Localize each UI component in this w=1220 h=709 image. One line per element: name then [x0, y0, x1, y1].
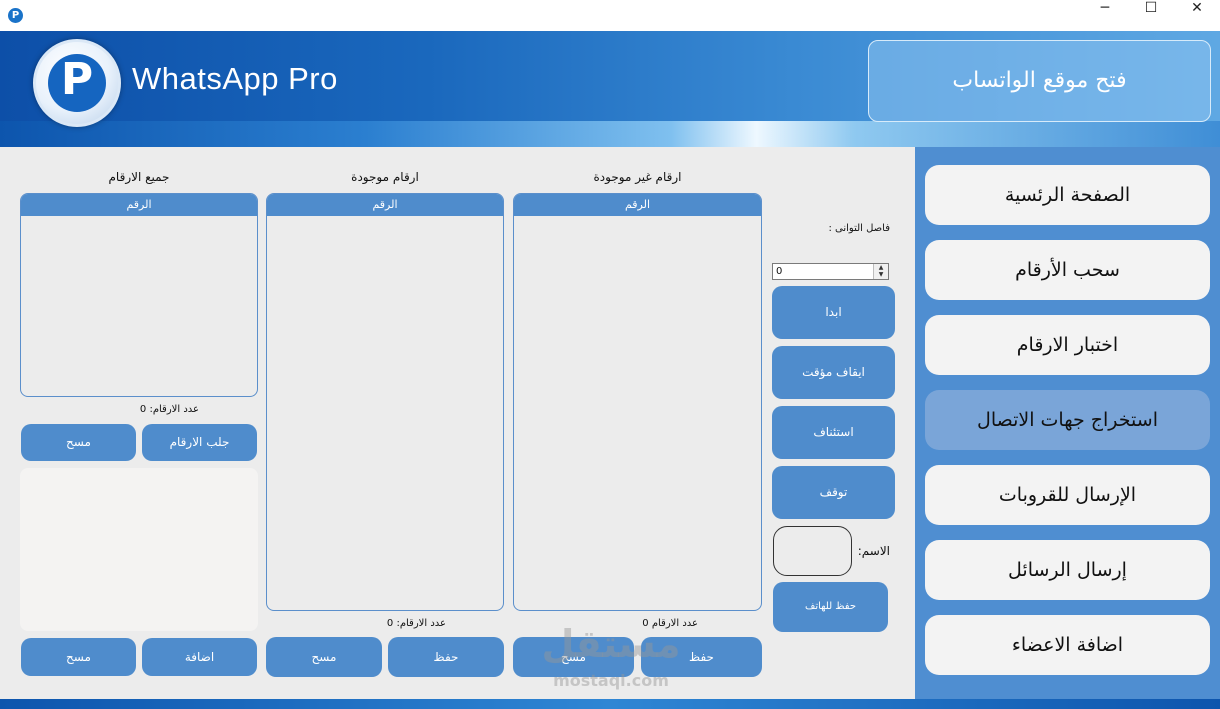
- watermark-text: مستقل: [541, 622, 681, 666]
- all-numbers-list[interactable]: الرقم: [20, 193, 258, 397]
- resume-button[interactable]: استئناف: [772, 406, 895, 459]
- footer-strip: [0, 699, 1220, 709]
- close-button[interactable]: ✕: [1174, 0, 1220, 31]
- title-bar: P ─ ☐ ✕: [0, 0, 1220, 31]
- interval-label: فاصل التوانى :: [828, 223, 890, 234]
- all-numbers-count: عدد الارقام: 0: [129, 404, 199, 415]
- open-whatsapp-site-button[interactable]: فتح موقع الواتساب: [868, 40, 1211, 122]
- nav-add-members[interactable]: اضافة الاعضاء: [925, 615, 1210, 675]
- nav-extract-contacts[interactable]: استخراج جهات الاتصال: [925, 390, 1210, 450]
- interval-stepper[interactable]: 0 ▲ ▼: [772, 263, 889, 280]
- fetch-numbers-button[interactable]: جلب الارقام: [142, 424, 257, 461]
- app-icon: P: [8, 8, 23, 23]
- name-input[interactable]: [773, 526, 852, 576]
- save-to-phone-button[interactable]: حفظ للهاتف: [773, 582, 888, 632]
- main-panel: جميع الارقام الرقم عدد الارقام: 0 جلب ال…: [0, 147, 915, 699]
- existing-clear-button[interactable]: مسح: [266, 637, 382, 677]
- stepper-down-icon[interactable]: ▼: [874, 271, 888, 278]
- existing-save-button[interactable]: حفظ: [388, 637, 504, 677]
- all-numbers-count-label: عدد الارقام:: [149, 404, 199, 415]
- logo: P: [33, 39, 121, 127]
- pause-button[interactable]: ايقاف مؤقت: [772, 346, 895, 399]
- missing-numbers-title: ارقام غير موجودة: [593, 170, 682, 184]
- brand-title: WhatsApp Pro: [132, 61, 338, 96]
- missing-numbers-column-header[interactable]: الرقم: [514, 194, 761, 216]
- missing-numbers-list[interactable]: الرقم: [513, 193, 762, 611]
- existing-numbers-count-label: عدد الارقام:: [396, 618, 446, 629]
- stepper-up-icon[interactable]: ▲: [874, 264, 888, 271]
- start-button[interactable]: ابدا: [772, 286, 895, 339]
- nav-send-messages[interactable]: إرسال الرسائل: [925, 540, 1210, 600]
- existing-numbers-column-header[interactable]: الرقم: [267, 194, 503, 216]
- logo-inner: P: [48, 54, 106, 112]
- nav-send-groups[interactable]: الإرسال للقروبات: [925, 465, 1210, 525]
- all-numbers-title: جميع الارقام: [108, 170, 170, 184]
- sidebar: الصفحة الرئسية سحب الأرقام اختبار الارقا…: [915, 147, 1220, 699]
- existing-numbers-count-value: 0: [386, 618, 394, 629]
- maximize-button[interactable]: ☐: [1128, 0, 1174, 31]
- watermark-url: mostaql.com: [553, 671, 669, 690]
- stepper-arrows[interactable]: ▲ ▼: [873, 264, 888, 279]
- nav-test-numbers[interactable]: اختبار الارقام: [925, 315, 1210, 375]
- interval-value[interactable]: 0: [776, 264, 782, 279]
- all-numbers-count-value: 0: [139, 404, 147, 415]
- logo-p-icon: P: [60, 54, 94, 105]
- stop-button[interactable]: توقف: [772, 466, 895, 519]
- all-clear-button[interactable]: مسح: [21, 424, 136, 461]
- numbers-text-area[interactable]: [20, 468, 258, 631]
- bottom-clear-button[interactable]: مسح: [21, 638, 136, 676]
- existing-numbers-title: ارقام موجودة: [351, 170, 419, 184]
- name-label: الاسم:: [857, 544, 890, 558]
- header-glow: [0, 121, 1220, 147]
- existing-numbers-list[interactable]: الرقم: [266, 193, 504, 611]
- nav-home[interactable]: الصفحة الرئسية: [925, 165, 1210, 225]
- existing-numbers-count: عدد الارقام: 0: [376, 618, 446, 629]
- header: P WhatsApp Pro فتح موقع الواتساب: [0, 31, 1220, 147]
- add-button[interactable]: اضافة: [142, 638, 257, 676]
- all-numbers-column-header[interactable]: الرقم: [21, 194, 257, 216]
- nav-pull-numbers[interactable]: سحب الأرقام: [925, 240, 1210, 300]
- minimize-button[interactable]: ─: [1082, 0, 1128, 31]
